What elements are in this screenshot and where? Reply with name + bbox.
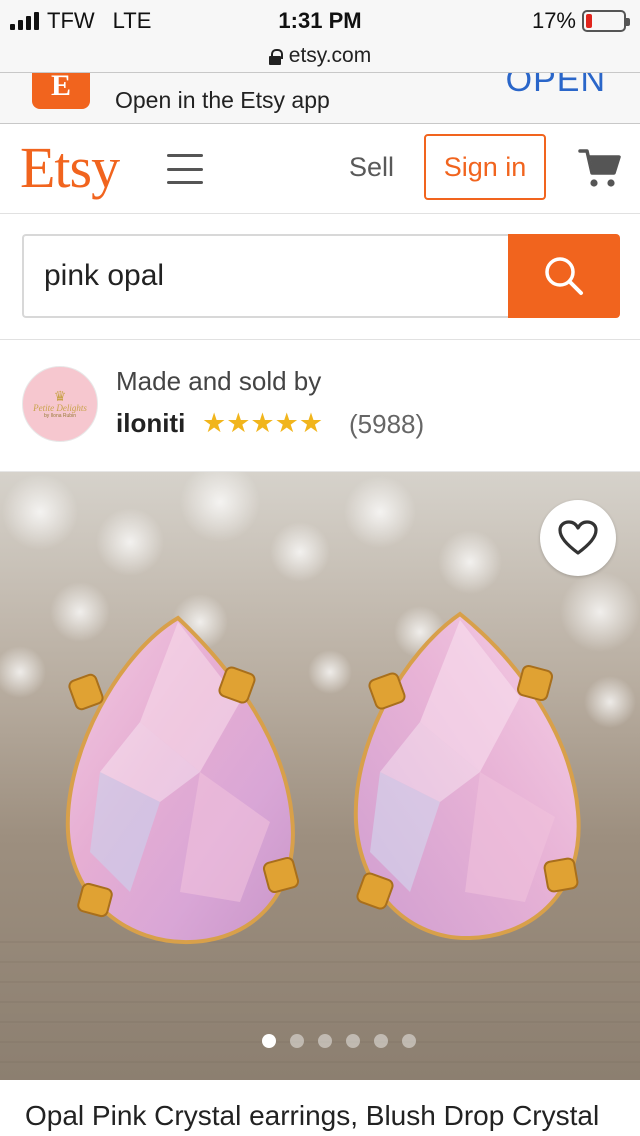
open-app-button[interactable]: OPEN [506,73,606,100]
status-right: 17% [531,8,630,34]
carousel-dot[interactable] [402,1034,416,1048]
battery-level [586,14,592,28]
hamburger-menu-icon[interactable] [167,152,203,186]
etsy-app-icon: E [32,73,90,109]
carousel-dot[interactable] [318,1034,332,1048]
app-banner-text: Open in the Etsy app [115,87,330,113]
product-title: Opal Pink Crystal earrings, Blush Drop C… [25,1100,600,1131]
search-button[interactable] [508,234,620,318]
carousel-dot[interactable] [346,1034,360,1048]
status-bar: TFW LTE 1:31 PM 17% [0,0,640,40]
shop-name-link[interactable]: iloniti [116,408,185,439]
lock-icon [268,49,283,65]
shop-logo-subtext: by Ilona Rubin [44,413,76,419]
url-domain[interactable]: etsy.com [289,44,371,68]
search-icon [545,257,583,295]
rating-stars: ★★★★★ [202,408,324,438]
url-bar[interactable]: etsy.com [0,40,640,72]
shop-logo-text: Petite Delights [33,403,87,413]
carousel-dot[interactable] [262,1034,276,1048]
review-count[interactable]: (5988) [349,409,424,440]
shop-avatar[interactable]: ♛ Petite Delights by Ilona Rubin [22,366,98,442]
earrings-photo [0,472,640,1080]
sign-in-button[interactable]: Sign in [424,134,546,200]
shop-info[interactable]: ♛ Petite Delights by Ilona Rubin Made an… [0,340,640,472]
heart-icon [558,520,598,555]
product-image[interactable] [0,472,640,1080]
made-by-label: Made and sold by [116,366,322,396]
carousel-dot[interactable] [374,1034,388,1048]
shopping-cart-icon[interactable] [578,145,622,189]
site-header: Etsy Sell Sign in [0,124,640,214]
battery-percent: 17% [531,8,576,33]
sell-link[interactable]: Sell [349,152,394,183]
app-banner[interactable]: E Open in the Etsy app OPEN [0,72,640,124]
carousel-dot[interactable] [290,1034,304,1048]
crown-icon: ♛ [53,388,67,404]
favorite-button[interactable] [540,500,616,576]
etsy-logo[interactable]: Etsy [20,134,120,201]
image-carousel-dots [0,1034,640,1048]
search-bar [0,214,640,340]
search-input[interactable] [22,234,510,318]
battery-icon [582,10,630,32]
